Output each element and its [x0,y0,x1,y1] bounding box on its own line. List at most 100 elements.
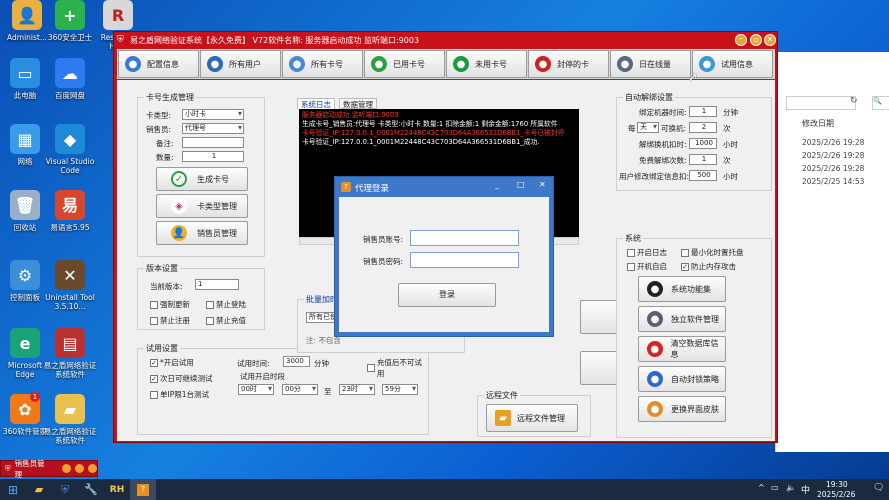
tool-icon[interactable]: 🔧 [78,479,104,500]
end-hour-select[interactable]: 23时 [339,384,375,395]
minimize-tray-checkbox[interactable]: 最小化时置托盘 [681,247,744,258]
system-button-2[interactable]: ● 清空数据库信息 [638,336,726,362]
clear-icon: ● [647,341,663,357]
system-button-1[interactable]: ● 独立软件管理 [638,306,726,332]
desktop-icon-yizhidun-rar[interactable]: ▤ 易之盾网络验证系统软件 [43,328,97,379]
preview-min-icon[interactable] [62,464,72,473]
user-folder-icon: 👤 [12,0,42,30]
tray-chevron-icon[interactable]: ^ [758,483,765,492]
toolbar-button-5[interactable]: ● 封停的卡 [528,50,609,78]
network-tray-icon[interactable]: ▭ [771,483,779,492]
password-input[interactable] [410,252,519,268]
period-select[interactable]: 天 [637,122,659,133]
yizhidun-taskbar-icon[interactable]: ? [130,479,156,500]
next-day-checkbox[interactable]: ✓ 次日可继续测试 [150,373,213,384]
dialog-minimize-button[interactable]: _ [495,180,499,189]
gears-icon: ● [647,281,663,297]
remote-file-button[interactable]: ▰ 远程文件管理 [486,404,578,432]
toolbar-button-6[interactable]: ● 日在线量 [610,50,691,78]
preview-max-icon[interactable] [75,464,85,473]
title-bar[interactable]: ⛨ 易之盾网络验证系统【永久免费】 V72软件名称: 服务器启动成功 监听端口:… [114,32,777,49]
ime-indicator[interactable]: 中 [801,483,810,496]
desktop-icon-uninstall-tool[interactable]: ✕ Uninstall Tool 3.5.10... [43,260,97,311]
security-shield-icon[interactable]: ⛨ [52,479,78,500]
toolbar-button-4[interactable]: ● 未用卡号 [446,50,527,78]
server-icon: ● [647,311,663,327]
minimize-button[interactable]: – [735,34,747,46]
generate-card-button[interactable]: ✓ 生成卡号 [156,167,248,191]
system-button-4[interactable]: ● 更换界面皮肤 [638,396,726,422]
cloud-icon: ☁ [55,58,85,88]
desktop-icon-vscode[interactable]: ◆ Visual Studio Code [43,124,97,175]
anti-attack-checkbox[interactable]: ✓ 防止内存攻击 [681,261,736,272]
card-type-manage-button[interactable]: ◈ 卡类型管理 [156,194,248,218]
toolbar-button-7[interactable]: ● 试用信息 [692,50,773,78]
remote-title: 远程文件 [484,390,520,401]
start-button[interactable]: ⊞ [0,479,26,500]
close-button[interactable]: ✕ [764,34,776,46]
qty-input[interactable]: 1 [182,151,244,162]
login-button[interactable]: 登录 [398,283,496,307]
control-panel-icon: ⚙ [10,260,40,290]
app-icon: 易 [55,190,85,220]
note-input[interactable] [182,137,244,148]
dialog-close-button[interactable]: ✕ [539,180,546,189]
account-label: 销售员账号: [363,235,404,244]
current-version-input[interactable]: 1 [195,279,239,290]
refresh-icon[interactable]: ↻ [850,96,858,106]
tab-data-manage[interactable]: 数据管理 [339,98,377,109]
unbind-cost-input[interactable]: 1000 [689,138,717,149]
single-ip-checkbox[interactable]: 单IP限1台测试 [150,389,209,400]
file-explorer-icon[interactable]: ▰ [26,479,52,500]
system-button-3[interactable]: ● 自动封锁策略 [638,366,726,392]
rh-app-icon[interactable]: RH [104,479,130,500]
toolbar-button-1[interactable]: ● 所有用户 [200,50,281,78]
desktop-icon-yizhidun-folder[interactable]: ▰ 易之盾网络验证系统软件 [43,394,97,445]
free-unbind-label: 免费解绑次数: [639,156,687,165]
seller-manage-button[interactable]: 👤 销售员管理 [156,221,248,245]
bind-time-label: 绑定机器时间: [639,108,687,117]
start-hour-select[interactable]: 00时 [238,384,274,395]
toolbar-button-3[interactable]: ● 已用卡号 [364,50,445,78]
free-unbind-input[interactable]: 1 [689,154,717,165]
bind-time-input[interactable]: 1 [689,106,717,117]
card-type-select[interactable]: 小时卡 [182,109,244,120]
disable-login-checkbox[interactable]: 禁止登陆 [206,299,246,310]
after-recharge-checkbox[interactable]: 充值后不可试用 [367,357,428,379]
end-min-select[interactable]: 59分 [382,384,418,395]
desktop-icon-baidu[interactable]: ☁ 百度网盘 [43,58,97,100]
desktop-icon-eyuyan[interactable]: 易易语言5.95 [43,190,97,232]
toolbar-button-0[interactable]: ● 配置信息 [118,50,199,78]
log-line: 卡号验证_IP:127.0.0.1_0001M22448C43C703D64A3… [302,129,565,137]
enable-trial-checkbox[interactable]: ✓ *开启试用 [150,357,194,368]
explorer-search-box[interactable] [786,96,856,110]
disable-recharge-checkbox[interactable]: 禁止充值 [206,315,246,326]
account-input[interactable] [410,230,519,246]
clock-time[interactable]: 19:30 [826,480,848,489]
trial-time-input[interactable]: 3000 [283,356,310,367]
explorer-column-header[interactable]: 修改日期 [802,118,834,129]
swap-count-input[interactable]: 2 [689,122,717,133]
folder-icon: ▰ [495,410,511,426]
explorer-search-icon[interactable]: 🔍 [872,96,889,110]
open-log-checkbox[interactable]: 开启日志 [627,247,667,258]
volume-icon[interactable]: 🔈 [786,483,796,492]
autostart-checkbox[interactable]: 开机自启 [627,261,667,272]
start-min-select[interactable]: 00分 [282,384,318,395]
seller-select[interactable]: 代理号 [182,123,244,134]
system-button-0[interactable]: ● 系统功能集 [638,276,726,302]
auto-unbind-group: 自动解绑设置 绑定机器时间: 1 分钟 每 天 可换机: 2 次 解绑换机扣时:… [616,92,772,191]
modify-bind-input[interactable]: 500 [689,170,717,181]
toolbar-button-2[interactable]: ● 所有卡号 [282,50,363,78]
preview-close-icon[interactable] [88,464,97,473]
clock-date[interactable]: 2025/2/26 [817,490,855,499]
notifications-icon[interactable]: 🗨 [873,483,884,493]
force-update-checkbox[interactable]: 强制更新 [150,299,190,310]
check-user-icon: ● [371,56,387,72]
dialog-maximize-button[interactable]: □ [517,180,525,189]
desktop-icon-360[interactable]: +360安全卫士 [43,0,97,42]
maximize-button[interactable]: ▫ [750,34,762,46]
tab-system-log[interactable]: 系统日志 [297,98,335,109]
taskbar-preview[interactable]: ⛨ 销售员管理 [0,459,98,479]
disable-register-checkbox[interactable]: 禁止注册 [150,315,190,326]
